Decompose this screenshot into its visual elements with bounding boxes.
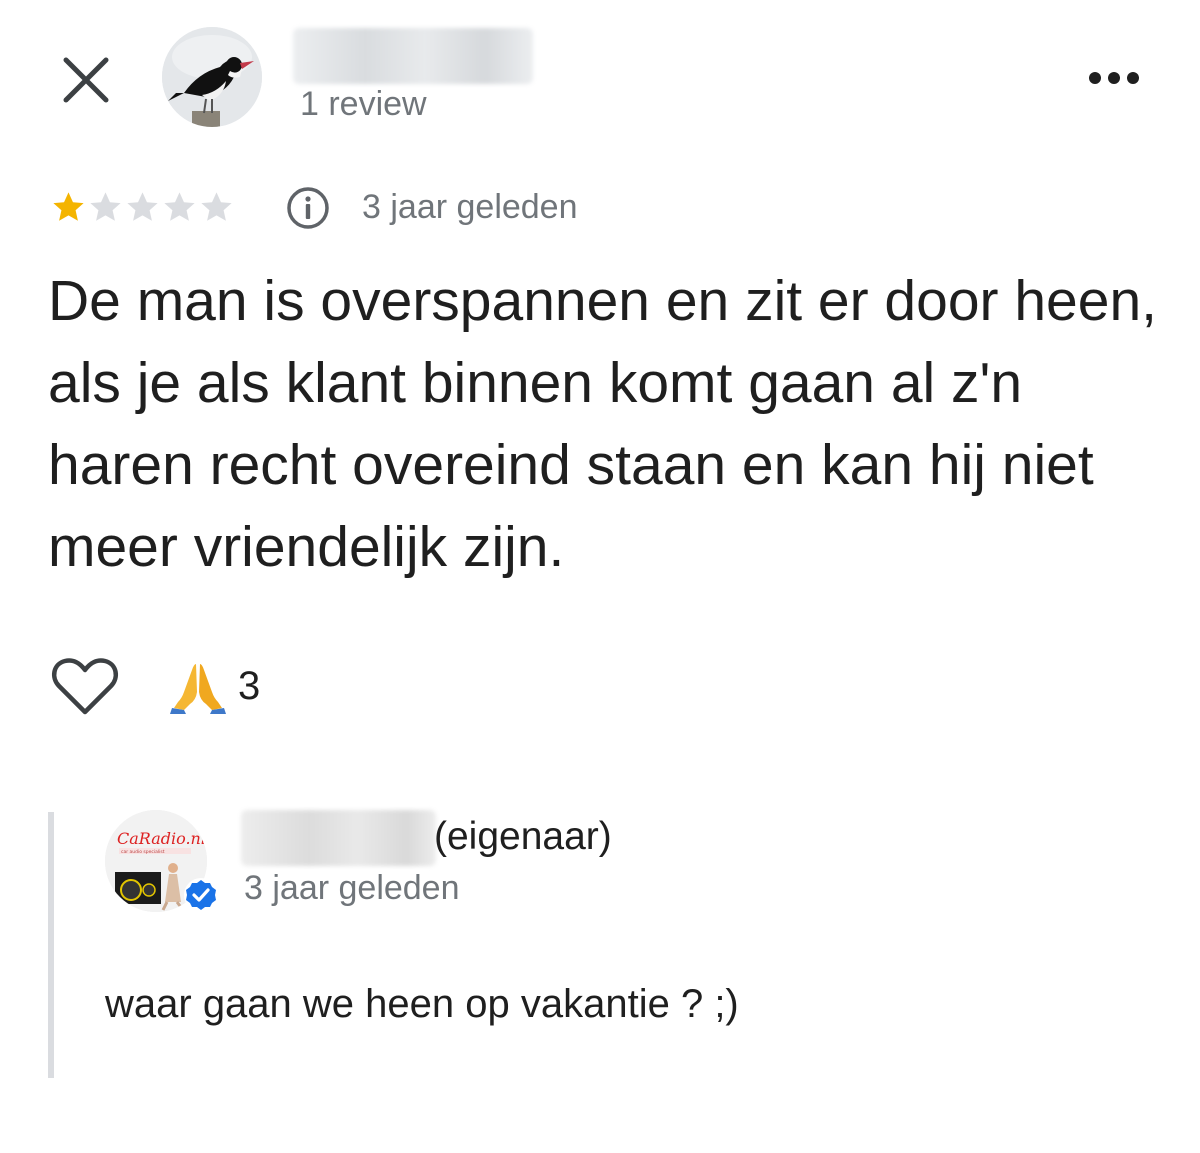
- star-empty-icon: [90, 192, 121, 221]
- reply-text: waar gaan we heen op vakantie ? ;): [105, 982, 739, 1026]
- review-date: 3 jaar geleden: [362, 188, 578, 226]
- close-icon: [63, 57, 109, 103]
- like-button[interactable]: [50, 654, 120, 718]
- review-count: 1 review: [300, 85, 427, 123]
- star-rating: [50, 189, 235, 227]
- info-icon[interactable]: [285, 185, 331, 231]
- more-horizontal-icon: [1089, 72, 1139, 84]
- owner-logo-subtext: car audio specialist: [121, 849, 165, 855]
- owner-name-blurred[interactable]: [241, 810, 436, 866]
- owner-logo-text: CaRadio.nl: [117, 829, 206, 848]
- star-empty-icon: [127, 192, 158, 221]
- close-button[interactable]: [58, 52, 114, 108]
- reaction-count: 3: [238, 664, 261, 708]
- reviewer-name-blurred[interactable]: [293, 28, 533, 84]
- reviewer-avatar[interactable]: [162, 27, 262, 127]
- owner-role-label: (eigenaar): [434, 815, 612, 858]
- heart-outline-icon: [51, 658, 119, 715]
- reply-divider: [48, 812, 54, 1078]
- more-options-button[interactable]: [1082, 60, 1146, 96]
- reply-date: 3 jaar geleden: [244, 869, 460, 907]
- folded-hands-emoji-icon[interactable]: [170, 658, 226, 714]
- verified-badge-icon: [183, 877, 219, 913]
- review-text: De man is overspannen en zit er door hee…: [48, 269, 1157, 579]
- bird-avatar-image: [162, 27, 262, 127]
- star-empty-icon: [201, 192, 232, 221]
- star-empty-icon: [164, 192, 195, 221]
- star-filled-icon: [53, 192, 84, 221]
